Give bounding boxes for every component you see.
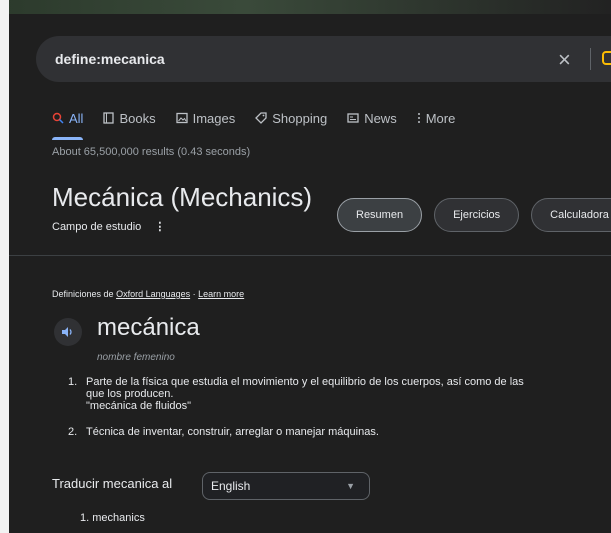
tab-label: All [69,110,84,126]
image-icon [175,112,188,124]
language-select[interactable]: English ▼ [202,472,370,500]
search-icon [52,112,64,124]
tab-label: Shopping [272,110,328,126]
definition-text: Parte de la física que estudia el movimi… [86,376,524,388]
chip-calculadora[interactable]: Calculadora [531,198,611,232]
tab-books[interactable]: Books [103,104,156,132]
chip-resumen[interactable]: Resumen [337,198,423,232]
pronunciation-button[interactable] [54,318,82,346]
chevron-down-icon: ▼ [346,481,355,491]
translation-number: 1. [80,512,90,524]
translation-item: 1. mechanics [80,512,145,524]
search-tabs: All Books Images Shopping News More [52,104,475,140]
entity-subtitle-text: Campo de estudio [52,221,142,233]
source-prefix: Definiciones de [52,289,114,299]
tag-icon [255,112,267,124]
entity-chips: Resumen Ejercicios Calculadora [337,198,611,232]
result-stats: About 65,500,000 results (0.43 seconds) [52,146,251,158]
search-bar[interactable]: × [36,36,611,82]
translation-text: mechanics [92,512,145,524]
definition-item: 2. Técnica de inventar, construir, arreg… [68,426,611,438]
browser-top-strip [0,0,611,14]
entity-subtitle: Campo de estudio ⋮ [52,220,165,233]
tab-label: News [364,110,397,126]
search-input[interactable] [53,50,537,68]
learn-more-link[interactable]: Learn more [198,289,244,299]
definition-list: 1. Parte de la física que estudia el mov… [68,376,611,452]
definition-source: Definiciones de Oxford Languages · Learn… [52,289,244,299]
lens-icon[interactable] [602,51,611,65]
search-divider [590,48,591,70]
chip-ejercicios[interactable]: Ejercicios [434,198,520,232]
translate-label: Traducir mecanica al [52,476,173,491]
more-vert-icon [417,113,420,123]
tab-news[interactable]: News [347,104,397,132]
left-edge [0,0,9,533]
newspaper-icon [347,113,359,123]
tab-label: Images [192,110,236,126]
more-options-icon[interactable]: ⋮ [154,221,165,233]
definition-example: "mecánica de fluidos" [86,400,192,412]
tab-shopping[interactable]: Shopping [255,104,327,132]
tab-images[interactable]: Images [175,104,236,132]
tab-all[interactable]: All [52,104,84,140]
tab-label: More [425,110,456,126]
definition-text-cont: que los producen. [86,388,174,400]
oxford-languages-link[interactable]: Oxford Languages [116,289,190,299]
headword: mecánica [97,314,200,341]
speaker-icon [62,327,72,337]
source-separator: · [190,289,199,299]
entity-title: Mecánica (Mechanics) [52,182,313,212]
definition-item: 1. Parte de la física que estudia el mov… [68,376,611,412]
definition-number: 2. [68,426,78,438]
close-icon[interactable]: × [558,47,571,73]
tab-more[interactable]: More [417,104,456,132]
part-of-speech: nombre femenino [97,352,175,363]
book-icon [103,112,115,124]
language-value: English [211,479,251,493]
definition-number: 1. [68,376,78,388]
definition-text: Técnica de inventar, construir, arreglar… [86,426,379,438]
tab-label: Books [119,110,156,126]
section-divider [9,255,611,256]
